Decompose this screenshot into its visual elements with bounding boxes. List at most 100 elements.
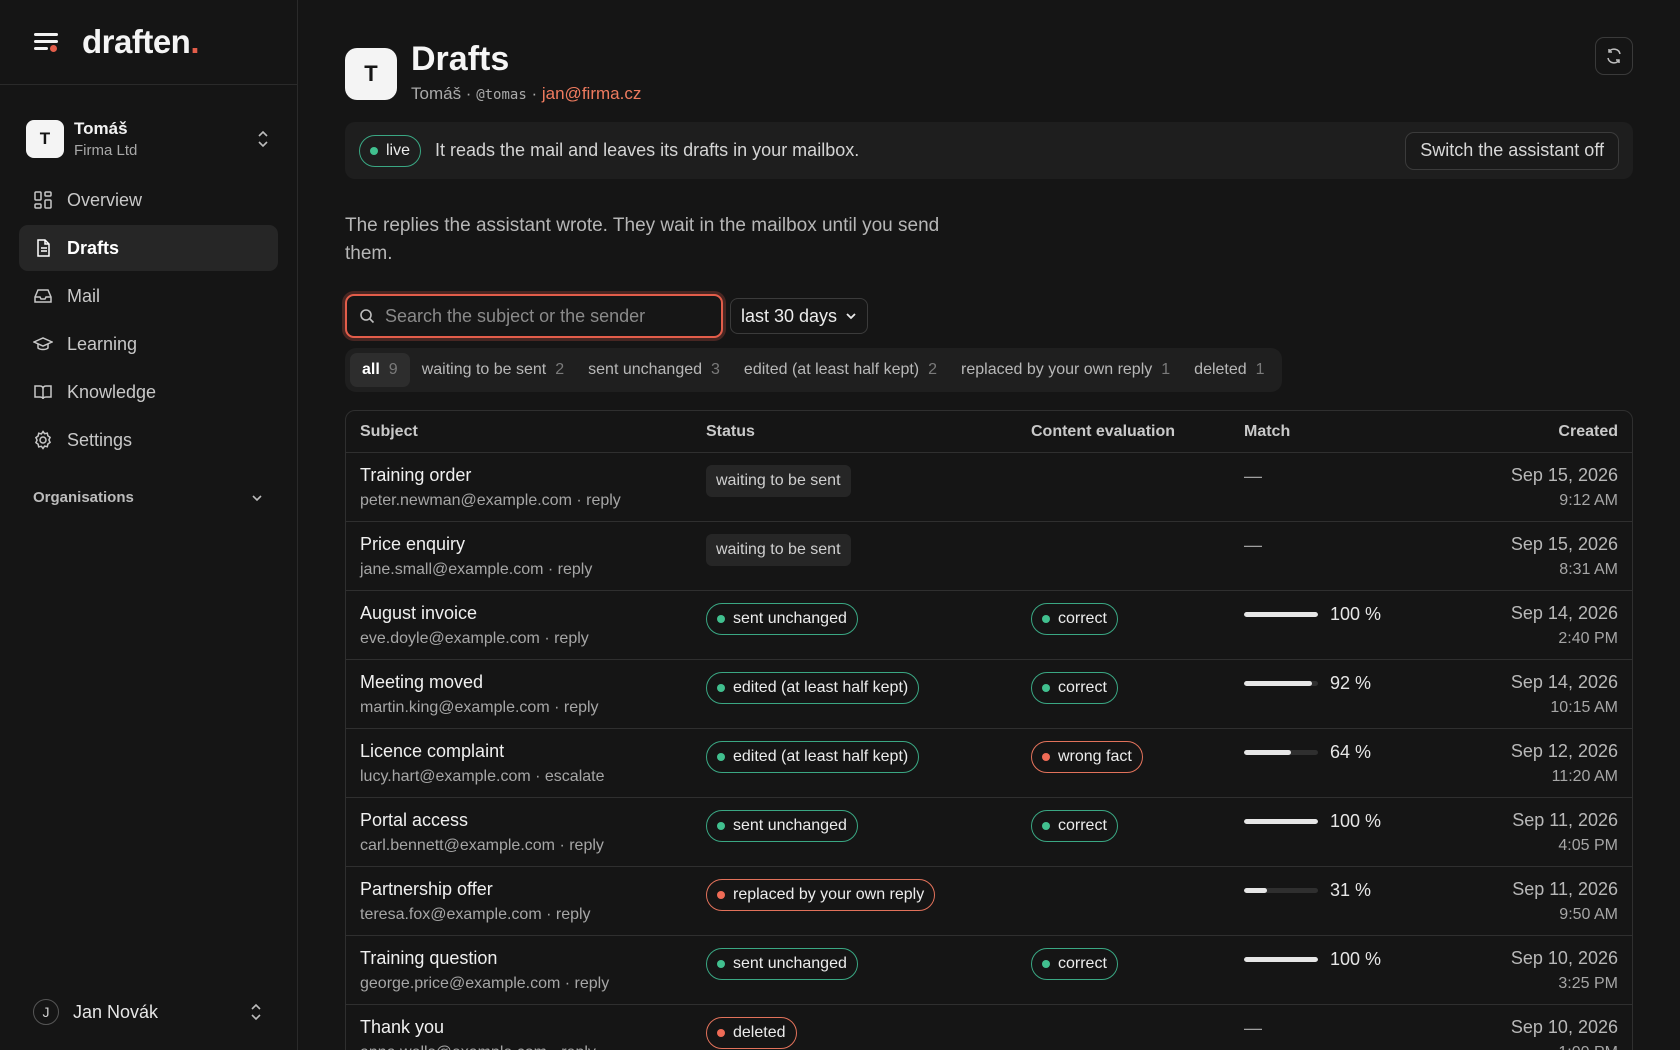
search-box[interactable] [345,294,723,338]
menu-logo-icon[interactable] [32,31,60,53]
status-badge: deleted [706,1017,797,1049]
search-input[interactable] [385,305,705,327]
draft-subject[interactable]: August invoice [360,603,706,624]
draft-subject[interactable]: Price enquiry [360,534,706,555]
status-dot-icon [717,753,725,761]
draft-subject[interactable]: Licence complaint [360,741,706,762]
table-row[interactable]: Thank you anna.wells@example.com · reply d… [346,1004,1632,1050]
table-row[interactable]: Training question george.price@example.co… [346,935,1632,1004]
draft-subject[interactable]: Training question [360,948,706,969]
tab-replaced[interactable]: replaced by your own reply 1 [949,353,1182,387]
table-header: Subject Status Content evaluation Match … [346,411,1632,452]
match-bar-fill [1244,749,1292,755]
tab-count: 3 [711,361,720,378]
evaluation-label: correct [1058,955,1107,972]
period-select[interactable]: last 30 days [730,298,869,334]
tab-label: all [362,361,380,378]
sidebar-item-label: Learning [67,333,138,354]
match-percent: 92 % [1330,672,1372,693]
draft-sender: george.price@example.com · reply [360,975,610,992]
user-menu[interactable]: J Jan Novák [33,992,264,1032]
tab-label: waiting to be sent [421,361,547,378]
brand-dot: . [190,23,200,60]
status-label: sent unchanged [733,610,847,627]
column-header-match[interactable]: Match [1244,423,1474,441]
status-badge: waiting to be sent [706,534,851,566]
sidebar-item-learning[interactable]: Learning [19,321,278,367]
table-row[interactable]: Partnership offer teresa.fox@example.com … [346,866,1632,935]
brand: draften. [0,0,297,85]
match-empty: — [1244,465,1262,486]
match-bar-fill [1244,818,1318,824]
organisations-toggle[interactable]: Organisations [33,489,264,506]
match-percent: 64 % [1330,741,1372,762]
status-dot-icon [1042,822,1050,830]
assistant-status-bar: live It reads the mail and leaves its dr… [345,122,1633,179]
draft-subject[interactable]: Training order [360,465,706,486]
tab-sent-unchanged[interactable]: sent unchanged 3 [576,353,732,387]
match-percent: 100 % [1330,948,1382,969]
sidebar-item-mail[interactable]: Mail [19,273,278,319]
status-label: sent unchanged [733,817,847,834]
status-badge: edited (at least half kept) [706,672,920,704]
table-row[interactable]: Licence complaint lucy.hart@example.com ·… [346,728,1632,797]
column-header-evaluation[interactable]: Content evaluation [1031,423,1244,441]
page-description: The replies the assistant wrote. They wa… [345,215,940,264]
status-badge: sent unchanged [706,603,858,635]
draft-sender: peter.newman@example.com · reply [360,492,621,509]
match-empty: — [1244,534,1262,555]
match-percent: 100 % [1330,603,1382,624]
status-filter-tabs: all 9 waiting to be sent 2 sent unchanged 3… [345,348,1282,392]
table-row[interactable]: Meeting moved martin.king@example.com · r… [346,659,1632,728]
sidebar-item-drafts[interactable]: Drafts [19,225,278,271]
tab-waiting[interactable]: waiting to be sent 2 [410,353,576,387]
graduation-cap-icon [33,337,53,351]
org-switcher[interactable]: T Tomáš Firma Ltd [0,115,297,163]
document-icon [37,239,50,257]
inbox-icon [34,289,52,303]
tab-deleted[interactable]: deleted 1 [1182,353,1276,387]
tab-edited[interactable]: edited (at least half kept) 2 [732,353,949,387]
match-percent: 31 % [1330,879,1372,900]
status-badge: sent unchanged [706,810,858,842]
evaluation-badge: correct [1031,810,1118,842]
created-time: 3:25 PM [1558,975,1618,992]
tab-all[interactable]: all 9 [350,353,410,387]
match-bar-fill [1244,956,1318,962]
sidebar: draften. T Tomáš Firma Ltd Overview Draf… [0,0,298,1050]
created-date: Sep 15, 2026 [1510,534,1618,554]
live-badge-label: live [386,141,411,159]
created-date: Sep 15, 2026 [1510,465,1618,485]
column-header-status[interactable]: Status [706,423,1031,441]
column-header-created[interactable]: Created [1474,423,1632,441]
table-row[interactable]: Price enquiry jane.small@example.com · re… [346,521,1632,590]
draft-subject[interactable]: Meeting moved [360,672,706,693]
draft-subject[interactable]: Portal access [360,810,706,831]
account-handle: @tomas [476,87,527,103]
user-name: Jan Novák [73,1001,159,1022]
table-row[interactable]: Training order peter.newman@example.com ·… [346,452,1632,521]
draft-sender: eve.doyle@example.com · reply [360,630,589,647]
draft-subject[interactable]: Partnership offer [360,879,706,900]
refresh-button[interactable] [1595,37,1633,75]
status-dot-icon [1042,684,1050,692]
switch-assistant-off-button[interactable]: Switch the assistant off [1405,131,1619,170]
account-line: Tomáš · @tomas · jan@firma.cz [411,84,641,104]
book-icon [34,385,52,400]
brand-name[interactable]: draften. [82,23,199,61]
status-dot-icon [717,960,725,968]
sidebar-item-knowledge[interactable]: Knowledge [19,369,278,415]
grid-icon [34,191,52,209]
evaluation-badge: correct [1031,948,1118,980]
draft-subject[interactable]: Thank you [360,1017,706,1038]
table-row[interactable]: August invoice eve.doyle@example.com · re… [346,590,1632,659]
evaluation-label: correct [1058,817,1107,834]
tab-count: 1 [1255,361,1265,378]
account-email[interactable]: jan@firma.cz [542,84,641,103]
column-header-subject[interactable]: Subject [346,423,706,441]
status-dot-icon [370,146,378,155]
table-row[interactable]: Portal access carl.bennett@example.com · … [346,797,1632,866]
sidebar-item-overview[interactable]: Overview [19,177,278,223]
sidebar-item-settings[interactable]: Settings [19,417,278,463]
page-title: Drafts [411,40,510,78]
